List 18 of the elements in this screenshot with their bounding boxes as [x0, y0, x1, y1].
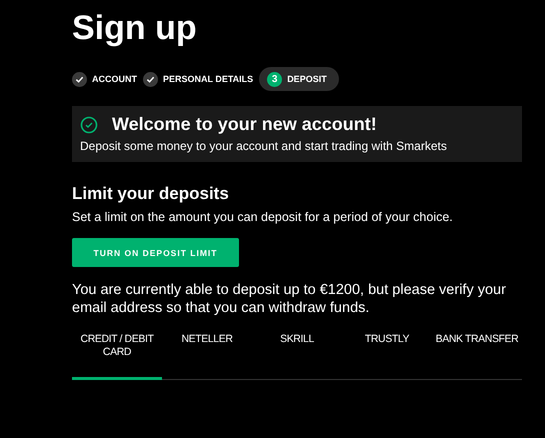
- payment-tab[interactable]: CREDIT / DEBIT CARD: [72, 333, 162, 380]
- step: 3 DEPOSIT: [259, 67, 339, 91]
- step-number: 3: [267, 72, 282, 86]
- payment-tab[interactable]: NETELLER: [162, 333, 252, 380]
- section-heading: Limit your deposits: [72, 184, 230, 204]
- welcome-text: Deposit some money to your account and start trading with Smarkets: [80, 139, 448, 153]
- notice-text: You are currently able to deposit up to €1200, but please verify your email address so that you can withdraw funds.: [72, 281, 507, 317]
- payment-tab[interactable]: TRUSTLY: [342, 333, 432, 380]
- check-icon: [72, 72, 87, 86]
- welcome-title: Welcome to your new account!: [112, 114, 377, 135]
- limit-description: Set a limit on the amount you can deposit for a period of your choice.: [72, 210, 454, 224]
- step: PERSONAL DETAILS: [143, 67, 254, 91]
- page-title: Sign up: [72, 8, 198, 49]
- check-icon: [143, 72, 158, 86]
- payment-tab[interactable]: SKRILL: [252, 333, 342, 380]
- check-circle-icon: [80, 116, 98, 134]
- payment-tab[interactable]: BANK TRANSFER: [432, 333, 522, 380]
- step: ACCOUNT: [72, 67, 137, 91]
